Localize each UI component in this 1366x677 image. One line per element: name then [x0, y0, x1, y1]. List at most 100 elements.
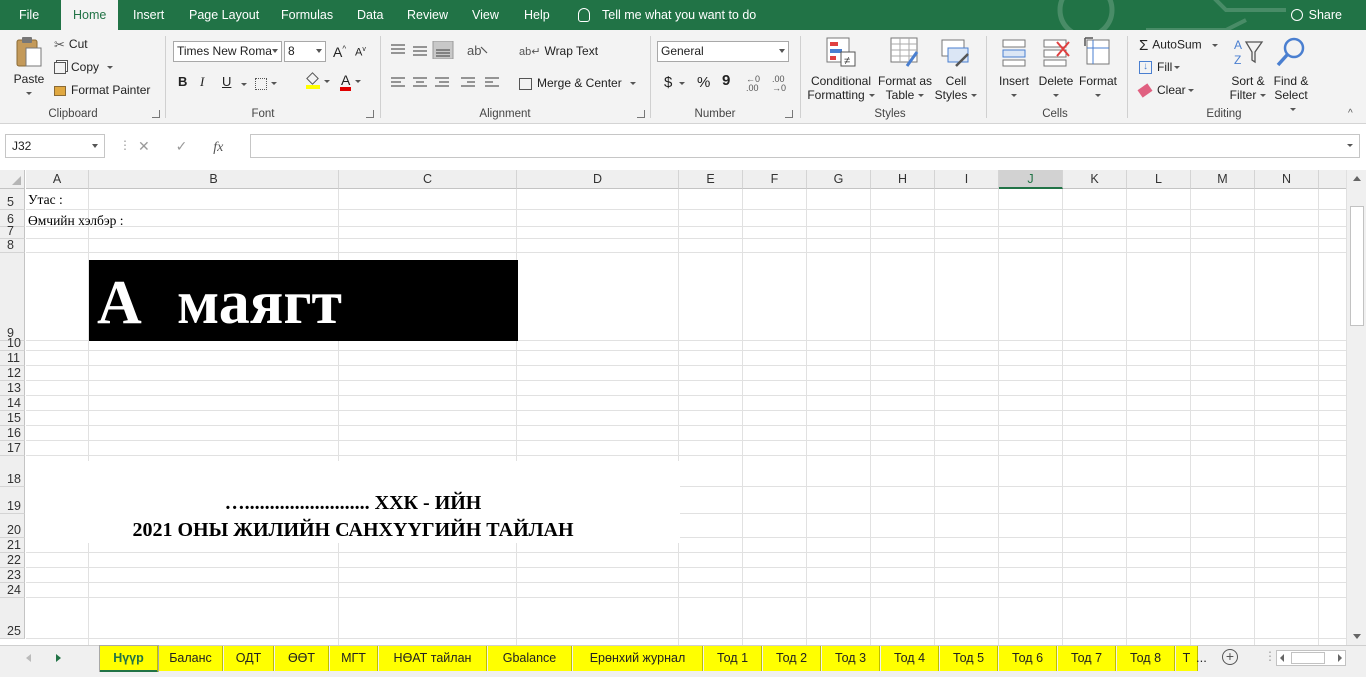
font-size-select[interactable]: 8 [284, 41, 326, 62]
row-header-19[interactable]: 19 [0, 487, 25, 514]
scroll-up-icon[interactable] [1353, 176, 1361, 181]
column-header-k[interactable]: K [1063, 170, 1127, 189]
format-cells-button[interactable]: Format [1077, 36, 1119, 102]
cell-a6[interactable]: Өмчийн хэлбэр : [28, 213, 124, 229]
tab-view[interactable]: View [472, 0, 499, 30]
underline-dropdown-icon[interactable] [241, 83, 247, 86]
merge-center-button[interactable]: Merge & Center [519, 76, 636, 90]
column-header-e[interactable]: E [679, 170, 743, 189]
insert-function-icon[interactable]: fx [213, 140, 223, 155]
form-banner[interactable]: А маягт [89, 260, 518, 341]
bold-button[interactable]: B [178, 74, 187, 89]
row-header-16[interactable]: 16 [0, 426, 25, 441]
format-painter-button[interactable]: Format Painter [54, 83, 150, 97]
horizontal-align-icons[interactable] [389, 75, 509, 91]
cell-styles-button[interactable]: Cell Styles [934, 36, 978, 102]
cut-button[interactable]: ✂ Cut [54, 37, 88, 53]
row-header-12[interactable]: 12 [0, 366, 25, 381]
column-header-m[interactable]: M [1191, 170, 1255, 189]
row-header-22[interactable]: 22 [0, 553, 25, 568]
expand-formula-bar-icon[interactable] [1347, 144, 1353, 147]
sheet-tab[interactable]: НӨАТ тайлан [379, 646, 487, 671]
cancel-icon[interactable]: ✕ [138, 138, 150, 154]
scroll-down-icon[interactable] [1353, 634, 1361, 639]
tab-page-layout[interactable]: Page Layout [189, 0, 259, 30]
tab-file[interactable]: File [19, 0, 39, 30]
horizontal-scrollbar[interactable] [1276, 650, 1346, 666]
sheet-tab[interactable]: Тод 3 [822, 646, 880, 671]
column-header-j[interactable]: J [999, 170, 1063, 189]
tab-help[interactable]: Help [524, 0, 550, 30]
worksheet-grid[interactable]: ABCDEFGHIJKLMN 5 6 7 8 9 10 11 12 13 14 15 16 17 18 19… [0, 170, 1346, 645]
font-color-button[interactable]: A [340, 73, 362, 91]
increase-decimal-button[interactable]: ←0.00 [746, 75, 760, 93]
copy-button[interactable]: Copy [54, 60, 114, 74]
sheet-tab[interactable]: МГТ [330, 646, 378, 671]
row-header-25[interactable]: 25 [0, 598, 25, 639]
comma-style-button[interactable]: 9 [722, 72, 730, 89]
format-as-table-button[interactable]: Format as Table [876, 36, 934, 102]
horizontal-scroll-thumb[interactable] [1291, 652, 1325, 664]
column-header-l[interactable]: L [1127, 170, 1191, 189]
column-header-d[interactable]: D [517, 170, 679, 189]
row-header-24[interactable]: 24 [0, 583, 25, 598]
sheet-tab[interactable]: Тод 6 [999, 646, 1057, 671]
grow-font-button[interactable]: A^ [333, 44, 346, 60]
clipboard-launcher-icon[interactable] [152, 110, 160, 118]
sheet-tab[interactable]: ӨӨТ [275, 646, 329, 671]
underline-button[interactable]: U [222, 74, 231, 89]
row-header-18[interactable]: 18 [0, 456, 25, 487]
row-header-5[interactable]: 5 [0, 189, 25, 210]
row-header-23[interactable]: 23 [0, 568, 25, 583]
number-format-select[interactable]: General [657, 41, 789, 62]
row-header-21[interactable]: 21 [0, 538, 25, 553]
row-header-20[interactable]: 20 [0, 514, 25, 538]
row-header-11[interactable]: 11 [0, 351, 25, 366]
scroll-right-icon[interactable] [1338, 654, 1342, 662]
sheet-tab[interactable]: Баланс [159, 646, 223, 671]
column-header-h[interactable]: H [871, 170, 935, 189]
sheet-tab[interactable]: Gbalance [488, 646, 572, 671]
vertical-scroll-thumb[interactable] [1350, 206, 1364, 326]
sheet-tab[interactable]: Тод 2 [763, 646, 821, 671]
sheet-tab[interactable]: Тод 1 [704, 646, 762, 671]
cell-a5[interactable]: Утас : [28, 192, 63, 208]
column-header-a[interactable]: A [26, 170, 89, 189]
sheet-tab[interactable]: Тод 4 [881, 646, 939, 671]
fill-button[interactable]: ↓ Fill [1139, 60, 1181, 75]
sheet-tab[interactable]: Нүүр [100, 646, 158, 673]
tab-insert[interactable]: Insert [133, 0, 164, 30]
name-box[interactable]: J32 [5, 134, 105, 158]
italic-button[interactable]: I [200, 74, 204, 90]
row-header-10[interactable]: 10 [0, 336, 25, 351]
number-launcher-icon[interactable] [785, 110, 793, 118]
row-header-15[interactable]: 15 [0, 411, 25, 426]
enter-icon[interactable]: ✓ [176, 138, 188, 154]
column-header-c[interactable]: C [339, 170, 517, 189]
row-header-8[interactable]: 8 [0, 238, 25, 253]
column-header-i[interactable]: I [935, 170, 999, 189]
tab-split-handle-icon[interactable]: ⋮ [1264, 649, 1276, 663]
sheet-tab[interactable]: Ерөнхий журнал [573, 646, 703, 671]
find-select-button[interactable]: Find & Select [1270, 36, 1312, 116]
font-launcher-icon[interactable] [366, 110, 374, 118]
borders-button[interactable] [255, 76, 277, 90]
insert-cells-button[interactable]: Insert [993, 36, 1035, 102]
sheet-tab[interactable]: Тод 7 [1058, 646, 1116, 671]
column-header-f[interactable]: F [743, 170, 807, 189]
delete-cells-button[interactable]: Delete [1036, 36, 1076, 102]
percent-button[interactable]: % [697, 74, 710, 91]
column-header-g[interactable]: G [807, 170, 871, 189]
more-sheets-button[interactable]: ... [1196, 650, 1207, 665]
paste-button[interactable]: Paste [12, 36, 46, 100]
autosum-button[interactable]: Σ AutoSum [1139, 37, 1218, 54]
font-name-select[interactable]: Times New Roma [173, 41, 282, 62]
wrap-text-button[interactable]: ab↵ Wrap Text [519, 44, 598, 58]
fill-color-button[interactable] [306, 72, 330, 90]
alignment-launcher-icon[interactable] [637, 110, 645, 118]
formula-input[interactable] [250, 134, 1360, 158]
vertical-scrollbar[interactable] [1346, 170, 1366, 645]
sheet-tab[interactable]: Т [1176, 646, 1198, 671]
shrink-font-button[interactable]: Av [355, 46, 366, 59]
clear-button[interactable]: Clear [1137, 83, 1194, 98]
